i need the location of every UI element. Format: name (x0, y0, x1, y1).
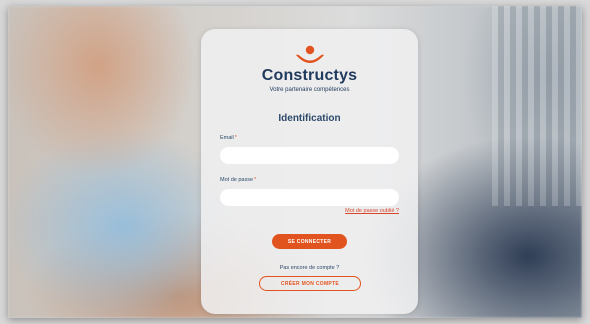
background-window (492, 6, 582, 206)
required-marker: * (234, 135, 237, 141)
required-marker: * (254, 177, 257, 183)
password-field[interactable] (220, 189, 399, 206)
no-account-text: Pas encore de compte ? (279, 265, 340, 271)
people-figure-logo-icon (296, 45, 324, 63)
email-field[interactable] (220, 147, 399, 164)
forgot-password-link[interactable]: Mot de passe oublié ? (345, 208, 399, 214)
brand-name: Constructys (261, 67, 358, 84)
brand-tagline: Votre partenaire compétences (269, 87, 350, 93)
password-label: Mot de passe* (220, 177, 256, 183)
login-button[interactable]: SE CONNECTER (272, 234, 347, 249)
password-label-text: Mot de passe (220, 177, 254, 183)
create-account-button[interactable]: CRÉER MON COMPTE (259, 276, 361, 291)
email-label-text: Email (220, 135, 234, 141)
form-title: Identification (278, 113, 341, 124)
login-card: Constructys Votre partenaire compétences… (201, 29, 418, 314)
login-screen: Constructys Votre partenaire compétences… (8, 6, 582, 318)
email-label: Email* (220, 135, 237, 141)
